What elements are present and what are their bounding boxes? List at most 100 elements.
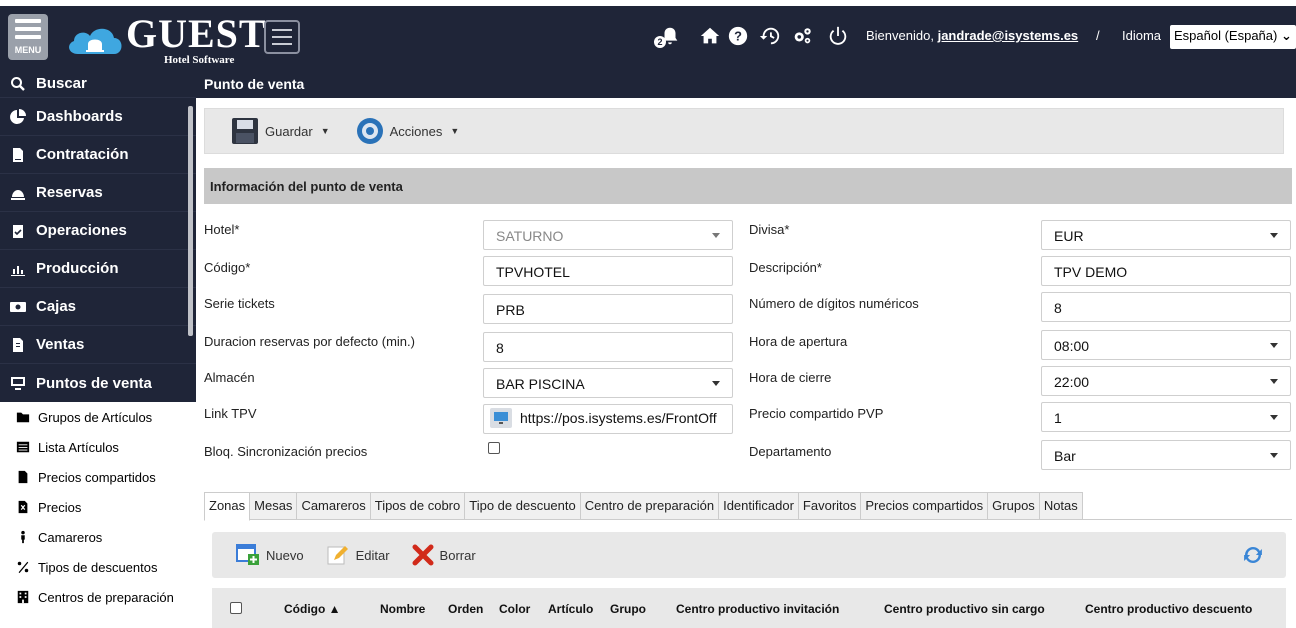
toolbar: Guardar ▼ Acciones ▼ bbox=[204, 108, 1284, 154]
duracion-value: 8 bbox=[496, 340, 504, 356]
tab-camareros[interactable]: Camareros bbox=[296, 492, 371, 519]
sidebar-item-cajas[interactable]: Cajas bbox=[0, 288, 196, 326]
sidebar-item-label: Dashboards bbox=[36, 108, 123, 125]
tab-mesas[interactable]: Mesas bbox=[249, 492, 298, 519]
caret-down-icon: ▼ bbox=[450, 126, 460, 136]
column-header-label: Código bbox=[284, 602, 326, 616]
digitos-value: 8 bbox=[1054, 300, 1062, 316]
duracion-input[interactable]: 8 bbox=[483, 332, 733, 362]
sidebar-item-buscar[interactable]: Buscar bbox=[0, 70, 196, 98]
sidebar-item-label: Ventas bbox=[36, 336, 85, 353]
sidebar-sub-grupos-articulos[interactable]: Grupos de Artículos bbox=[0, 402, 196, 432]
tab-bar: Zonas Mesas Camareros Tipos de cobro Tip… bbox=[204, 492, 1292, 521]
language-select[interactable]: Español (España) ⌄ bbox=[1170, 25, 1296, 49]
sidebar-item-ventas[interactable]: Ventas bbox=[0, 326, 196, 364]
page-title: Punto de venta bbox=[196, 70, 1296, 98]
monitor-icon bbox=[490, 407, 512, 428]
column-header-color[interactable]: Color bbox=[499, 602, 530, 616]
sidebar-item-produccion[interactable]: Producción bbox=[0, 250, 196, 288]
codigo-label: Código* bbox=[204, 260, 251, 275]
column-header-cp-sin-cargo[interactable]: Centro productivo sin cargo bbox=[884, 602, 1045, 616]
help-icon[interactable]: ? bbox=[726, 24, 750, 48]
sidebar-item-label: Contratación bbox=[36, 146, 129, 163]
bloq-checkbox[interactable] bbox=[488, 442, 500, 454]
tab-precios-compartidos[interactable]: Precios compartidos bbox=[860, 492, 989, 519]
apertura-select[interactable]: 08:00 bbox=[1041, 330, 1291, 360]
save-button[interactable]: Guardar ▼ bbox=[231, 117, 330, 145]
tab-favoritos[interactable]: Favoritos bbox=[797, 492, 862, 519]
serie-input[interactable]: PRB bbox=[483, 294, 733, 324]
digitos-input[interactable]: 8 bbox=[1041, 292, 1291, 322]
actions-button[interactable]: Acciones ▼ bbox=[356, 117, 460, 145]
home-icon[interactable] bbox=[698, 24, 722, 48]
settings-icon[interactable] bbox=[790, 24, 814, 48]
refresh-icon[interactable] bbox=[1242, 544, 1264, 566]
link-input[interactable]: https://pos.isystems.es/FrontOff bbox=[483, 404, 733, 434]
sidebar-item-contratacion[interactable]: Contratación bbox=[0, 136, 196, 174]
percent-icon bbox=[17, 561, 29, 574]
divisa-select[interactable]: EUR bbox=[1041, 220, 1291, 250]
column-header-articulo[interactable]: Artículo bbox=[548, 602, 593, 616]
delete-button[interactable]: Borrar bbox=[412, 544, 476, 566]
tab-notas[interactable]: Notas bbox=[1038, 492, 1083, 519]
sidebar-item-dashboards[interactable]: Dashboards bbox=[0, 98, 196, 136]
sidebar-scrollbar[interactable] bbox=[188, 106, 193, 336]
almacen-select[interactable]: BAR PISCINA bbox=[483, 368, 733, 398]
notifications-icon[interactable]: 2 bbox=[654, 24, 682, 48]
menu-button[interactable]: MENU bbox=[8, 14, 48, 60]
column-header-cp-invitacion[interactable]: Centro productivo invitación bbox=[676, 602, 839, 616]
sidebar-sub-precios-compartidos[interactable]: Precios compartidos bbox=[0, 462, 196, 492]
cierre-select[interactable]: 22:00 bbox=[1041, 366, 1291, 396]
sidebar-item-operaciones[interactable]: Operaciones bbox=[0, 212, 196, 250]
departamento-select[interactable]: Bar bbox=[1041, 440, 1291, 470]
sidebar-item-puntos-de-venta[interactable]: Puntos de venta bbox=[0, 364, 196, 402]
edit-button[interactable]: Editar bbox=[326, 544, 390, 566]
precio-label: Precio compartido PVP bbox=[749, 406, 884, 421]
bloq-label: Bloq. Sincronización precios bbox=[204, 444, 368, 459]
column-header-cp-descuento[interactable]: Centro productivo descuento bbox=[1085, 602, 1252, 616]
link-label: Link TPV bbox=[204, 406, 257, 421]
sidebar-toggle-button[interactable] bbox=[264, 20, 300, 54]
svg-text:?: ? bbox=[734, 29, 742, 44]
almacen-value: BAR PISCINA bbox=[496, 376, 585, 392]
sidebar-sub-camareros[interactable]: Camareros bbox=[0, 522, 196, 552]
column-header-orden[interactable]: Orden bbox=[448, 602, 483, 616]
select-all-checkbox[interactable] bbox=[230, 602, 242, 614]
separator: / bbox=[1096, 28, 1100, 43]
edit-icon bbox=[327, 546, 348, 565]
tab-identificador[interactable]: Identificador bbox=[718, 492, 799, 519]
grid-toolbar: Nuevo Editar Borrar bbox=[212, 532, 1286, 578]
departamento-value: Bar bbox=[1054, 448, 1076, 464]
tab-tipo-de-descuento[interactable]: Tipo de descuento bbox=[464, 492, 581, 519]
sidebar-item-label: Puntos de venta bbox=[36, 374, 152, 392]
sidebar-item-reservas[interactable]: Reservas bbox=[0, 174, 196, 212]
almacen-label: Almacén bbox=[204, 370, 255, 385]
user-link[interactable]: jandrade@isystems.es bbox=[938, 28, 1079, 43]
tab-tipos-de-cobro[interactable]: Tipos de cobro bbox=[369, 492, 466, 519]
tab-zonas[interactable]: Zonas bbox=[204, 492, 251, 521]
sidebar-sub-lista-articulos[interactable]: Lista Artículos bbox=[0, 432, 196, 462]
sidebar-sub-centros-preparacion[interactable]: Centros de preparación bbox=[0, 582, 196, 612]
tab-grupos[interactable]: Grupos bbox=[987, 492, 1040, 519]
power-icon[interactable] bbox=[826, 24, 850, 48]
new-button[interactable]: Nuevo bbox=[236, 544, 304, 566]
tab-centro-de-preparacion[interactable]: Centro de preparación bbox=[579, 492, 720, 519]
column-header-nombre[interactable]: Nombre bbox=[380, 602, 425, 616]
sidebar-sub-precios[interactable]: Precios bbox=[0, 492, 196, 522]
add-record-icon bbox=[236, 544, 259, 565]
column-header-codigo[interactable]: Código ▲ bbox=[284, 602, 341, 616]
grid-header: Código ▲ Nombre Orden Color Artículo Gru… bbox=[212, 588, 1286, 628]
floppy-disk-icon bbox=[232, 118, 258, 144]
hotel-select[interactable]: SATURNO bbox=[483, 220, 733, 250]
precio-select[interactable]: 1 bbox=[1041, 402, 1291, 432]
delete-label: Borrar bbox=[439, 547, 476, 563]
column-header-grupo[interactable]: Grupo bbox=[610, 602, 646, 616]
hotel-label: Hotel* bbox=[204, 222, 240, 237]
chevron-down-icon: ⌄ bbox=[1280, 28, 1292, 43]
apertura-label: Hora de apertura bbox=[749, 334, 848, 349]
codigo-input[interactable]: TPVHOTEL bbox=[483, 256, 733, 286]
sidebar-sub-tipos-descuentos[interactable]: Tipos de descuentos bbox=[0, 552, 196, 582]
descripcion-input[interactable]: TPV DEMO bbox=[1041, 256, 1291, 286]
history-icon[interactable] bbox=[758, 24, 782, 48]
file-icon bbox=[18, 470, 28, 484]
